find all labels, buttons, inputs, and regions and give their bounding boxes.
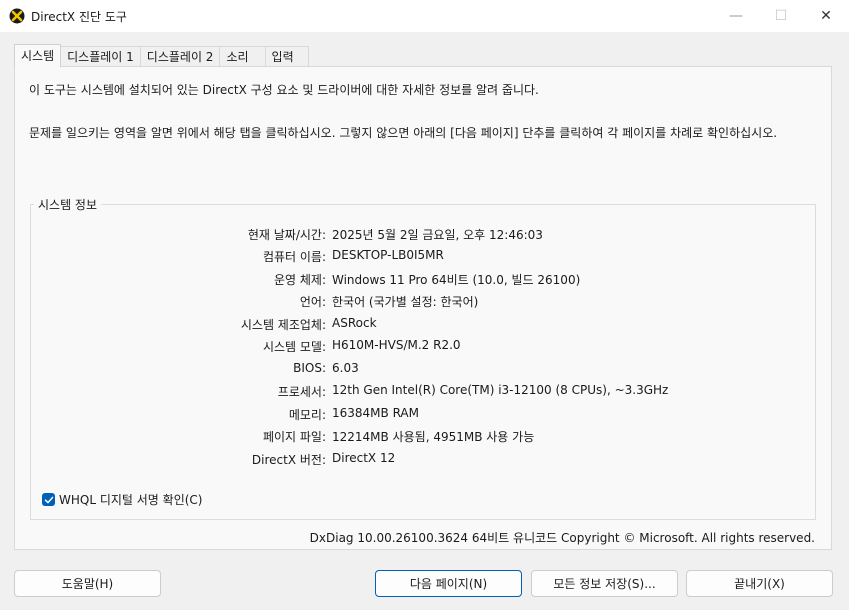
tab-sound[interactable]: 소리 (219, 46, 266, 67)
intro-instructions: 문제를 일으키는 영역을 알면 위에서 해당 탭을 클릭하십시오. 그렇지 않으… (29, 126, 778, 140)
info-value: 한국어 (국가별 설정: 한국어) (332, 295, 479, 309)
whql-checkbox[interactable] (42, 493, 55, 506)
info-value: ASRock (332, 316, 377, 330)
info-label: 현재 날짜/시간: (247, 228, 326, 242)
close-button[interactable]: ✕ (803, 0, 849, 32)
intro-text: 이 도구는 시스템에 설치되어 있는 DirectX 구성 요소 및 드라이버에… (29, 83, 539, 97)
info-row-computer-name: 컴퓨터 이름: DESKTOP-LB0I5MR (0, 248, 849, 266)
info-label: 메모리: (288, 408, 326, 422)
info-row-bios: BIOS: 6.03 (0, 361, 849, 379)
info-value: DESKTOP-LB0I5MR (332, 248, 444, 262)
directx-icon (9, 8, 25, 24)
info-label: BIOS: (293, 361, 326, 375)
info-label: 컴퓨터 이름: (262, 250, 326, 264)
tab-input[interactable]: 입력 (264, 46, 309, 67)
info-row-directx-version: DirectX 버전: DirectX 12 (0, 451, 849, 469)
info-value: 2025년 5월 2일 금요일, 오후 12:46:03 (332, 228, 543, 242)
info-value: 6.03 (332, 361, 359, 375)
tab-display-2[interactable]: 디스플레이 2 (139, 46, 221, 67)
maximize-icon: ☐ (774, 8, 788, 24)
info-row-processor: 프로세서: 12th Gen Intel(R) Core(TM) i3-1210… (0, 383, 849, 401)
info-label: 언어: (299, 295, 326, 309)
info-row-os: 운영 체제: Windows 11 Pro 64비트 (10.0, 빌드 261… (0, 271, 849, 289)
window-title: DirectX 진단 도구 (31, 10, 127, 24)
minimize-icon: — (729, 8, 743, 24)
whql-checkbox-row[interactable]: WHQL 디지털 서명 확인(C) (42, 491, 203, 508)
tab-display-1[interactable]: 디스플레이 1 (60, 46, 141, 67)
info-row-language: 언어: 한국어 (국가별 설정: 한국어) (0, 293, 849, 311)
info-value: H610M-HVS/M.2 R2.0 (332, 338, 461, 352)
info-label: 운영 체제: (273, 273, 326, 287)
system-info-title: 시스템 정보 (34, 196, 102, 213)
info-value: Windows 11 Pro 64비트 (10.0, 빌드 26100) (332, 273, 581, 287)
info-value: 12th Gen Intel(R) Core(TM) i3-12100 (8 C… (332, 383, 669, 397)
help-button[interactable]: 도움말(H) (14, 570, 161, 597)
tab-system[interactable]: 시스템 (14, 44, 62, 67)
info-label: 페이지 파일: (262, 430, 326, 444)
version-copyright: DxDiag 10.00.26100.3624 64비트 유니코드 Copyri… (309, 531, 815, 545)
info-label: 시스템 제조업체: (240, 318, 326, 332)
exit-button[interactable]: 끝내기(X) (686, 570, 833, 597)
next-page-button[interactable]: 다음 페이지(N) (375, 570, 522, 597)
info-row-manufacturer: 시스템 제조업체: ASRock (0, 316, 849, 334)
title-bar: DirectX 진단 도구 — ☐ ✕ (0, 0, 849, 32)
info-value: 12214MB 사용됨, 4951MB 사용 가능 (332, 430, 535, 444)
info-row-datetime: 현재 날짜/시간: 2025년 5월 2일 금요일, 오후 12:46:03 (0, 226, 849, 244)
info-label: 시스템 모델: (262, 340, 326, 354)
info-value: 16384MB RAM (332, 406, 419, 420)
close-icon: ✕ (820, 8, 832, 24)
maximize-button[interactable]: ☐ (758, 0, 804, 32)
minimize-button[interactable]: — (713, 0, 759, 32)
save-all-info-button[interactable]: 모든 정보 저장(S)... (531, 570, 678, 597)
info-value: DirectX 12 (332, 451, 396, 465)
checkmark-icon (44, 496, 53, 503)
info-label: DirectX 버전: (251, 453, 326, 467)
info-row-model: 시스템 모델: H610M-HVS/M.2 R2.0 (0, 338, 849, 356)
info-row-memory: 메모리: 16384MB RAM (0, 406, 849, 424)
info-row-page-file: 페이지 파일: 12214MB 사용됨, 4951MB 사용 가능 (0, 428, 849, 446)
tab-bar: 시스템 디스플레이 1 디스플레이 2 소리 입력 (14, 44, 309, 67)
whql-checkbox-label[interactable]: WHQL 디지털 서명 확인(C) (59, 491, 203, 508)
info-label: 프로세서: (277, 385, 326, 399)
